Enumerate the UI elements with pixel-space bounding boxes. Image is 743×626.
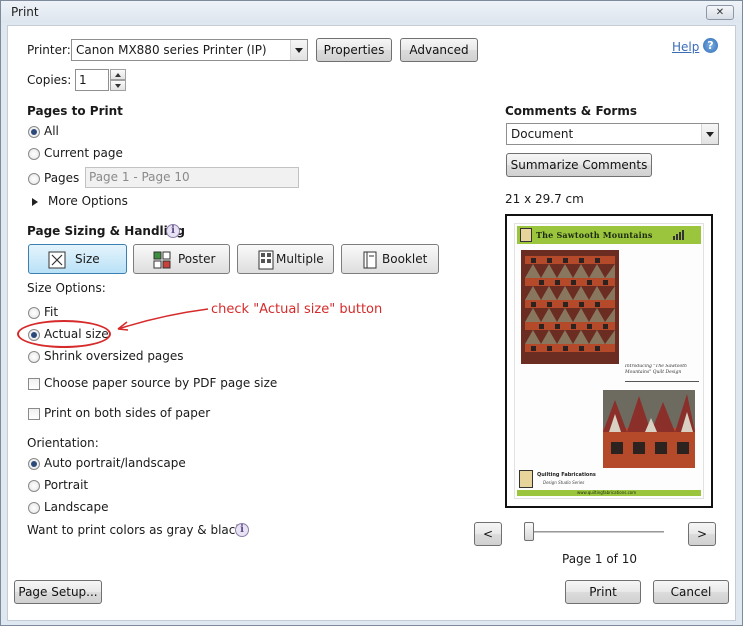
radio-portrait-label[interactable]: Portrait: [44, 478, 88, 492]
brand-name: Quilting Fabrications: [537, 472, 596, 478]
comments-forms-heading: Comments & Forms: [505, 104, 637, 118]
radio-auto-orientation-label[interactable]: Auto portrait/landscape: [44, 456, 186, 470]
preview-page: The Sawtooth Mountains Introducing "The …: [515, 224, 703, 498]
print-preview: The Sawtooth Mountains Introducing "The …: [505, 214, 713, 508]
window-title: Print: [11, 5, 39, 19]
printer-select[interactable]: Canon MX880 series Printer (IP): [71, 39, 308, 61]
radio-all[interactable]: [28, 126, 40, 138]
help-icon[interactable]: ?: [703, 38, 718, 53]
page-status: Page 1 of 10: [562, 552, 637, 566]
chevron-down-icon: [701, 124, 718, 144]
radio-current-page-label[interactable]: Current page: [44, 146, 123, 160]
printer-select-value: Canon MX880 series Printer (IP): [76, 43, 267, 57]
radio-all-label[interactable]: All: [44, 124, 59, 138]
annotation-arrow-icon: [117, 308, 209, 331]
radio-landscape[interactable]: [28, 502, 40, 514]
pages-range-input[interactable]: Page 1 - Page 10: [85, 167, 299, 188]
radio-shrink-oversized[interactable]: [28, 351, 40, 363]
doc-logo-icon: [520, 228, 532, 242]
signal-bars-icon: [673, 230, 685, 240]
tab-size-label: Size: [75, 252, 100, 266]
copies-input[interactable]: 1: [75, 69, 109, 91]
printer-label: Printer:: [27, 43, 71, 57]
more-options-toggle[interactable]: More Options: [48, 194, 128, 208]
doc-title: The Sawtooth Mountains: [536, 230, 653, 240]
paper-size-label: 21 x 29.7 cm: [505, 192, 584, 206]
tab-poster[interactable]: Poster: [133, 244, 230, 274]
print-dialog: Print ✕ Printer: Canon MX880 series Prin…: [0, 0, 743, 626]
radio-fit[interactable]: [28, 307, 40, 319]
copies-label: Copies:: [27, 73, 72, 87]
radio-landscape-label[interactable]: Landscape: [44, 500, 108, 514]
footer-url: www.quiltingfabrications.com: [577, 490, 637, 495]
print-button[interactable]: Print: [565, 580, 641, 604]
size-options-label: Size Options:: [27, 281, 106, 295]
tab-multiple-label: Multiple: [276, 252, 324, 266]
properties-button[interactable]: Properties: [316, 38, 392, 62]
prev-page-button[interactable]: <: [474, 522, 502, 546]
radio-pages[interactable]: [28, 173, 40, 185]
page-slider-track[interactable]: [524, 531, 664, 533]
comments-forms-select-value: Document: [511, 127, 574, 141]
radio-fit-label[interactable]: Fit: [44, 305, 58, 319]
poster-icon: [153, 251, 171, 269]
annotation-text: check "Actual size" button: [211, 302, 383, 317]
tab-poster-label: Poster: [178, 252, 216, 266]
copies-increment-button[interactable]: [110, 69, 126, 80]
chevron-down-icon: [290, 40, 307, 60]
pages-to-print-heading: Pages to Print: [27, 104, 123, 118]
multiple-icon: [258, 250, 274, 270]
quilt-image-small: [603, 390, 695, 468]
radio-pages-label[interactable]: Pages: [44, 171, 79, 185]
grayscale-label: Want to print colors as gray & black?: [27, 523, 249, 537]
close-button[interactable]: ✕: [706, 5, 734, 20]
choose-paper-source-checkbox[interactable]: [28, 378, 40, 390]
tab-booklet-label: Booklet: [382, 252, 428, 266]
radio-portrait[interactable]: [28, 480, 40, 492]
booklet-icon: [363, 251, 377, 269]
help-link[interactable]: Help: [672, 40, 699, 54]
doc-intro-text: Introducing "The Sawtooth Mountains" Qui…: [625, 364, 699, 382]
radio-shrink-oversized-label[interactable]: Shrink oversized pages: [44, 349, 184, 363]
tab-booklet[interactable]: Booklet: [341, 244, 439, 274]
print-both-sides-checkbox[interactable]: [28, 408, 40, 420]
page-slider-thumb[interactable]: [524, 522, 534, 541]
size-icon: [48, 251, 66, 269]
expand-triangle-icon[interactable]: [32, 198, 38, 206]
radio-auto-orientation[interactable]: [28, 458, 40, 470]
chevron-down-icon: [115, 84, 121, 88]
orientation-heading: Orientation:: [27, 436, 99, 450]
next-page-button[interactable]: >: [688, 522, 716, 546]
tab-size[interactable]: Size: [28, 244, 127, 274]
chevron-up-icon: [115, 73, 121, 77]
doc-footer-bar: www.quiltingfabrications.com: [517, 490, 701, 496]
advanced-button[interactable]: Advanced: [400, 38, 478, 62]
info-icon[interactable]: i: [166, 224, 180, 238]
title-bar: Print ✕: [1, 1, 742, 23]
summarize-comments-button[interactable]: Summarize Comments: [506, 153, 652, 177]
brand-tagline: Design Studio Series: [543, 480, 585, 485]
tab-multiple[interactable]: Multiple: [237, 244, 334, 274]
page-sizing-heading: Page Sizing & Handling: [27, 224, 185, 238]
print-both-sides-label[interactable]: Print on both sides of paper: [44, 406, 210, 420]
info-icon[interactable]: i: [235, 523, 249, 537]
choose-paper-source-label[interactable]: Choose paper source by PDF page size: [44, 376, 277, 390]
radio-current-page[interactable]: [28, 148, 40, 160]
highlight-ellipse: [17, 320, 111, 348]
cancel-button[interactable]: Cancel: [653, 580, 729, 604]
dialog-body: Printer: Canon MX880 series Printer (IP)…: [7, 25, 736, 621]
page-setup-button[interactable]: Page Setup...: [14, 580, 102, 604]
copies-decrement-button[interactable]: [110, 80, 126, 91]
brand-logo-icon: [519, 470, 533, 488]
comments-forms-select[interactable]: Document: [506, 123, 719, 145]
quilt-image-large: [521, 250, 619, 364]
